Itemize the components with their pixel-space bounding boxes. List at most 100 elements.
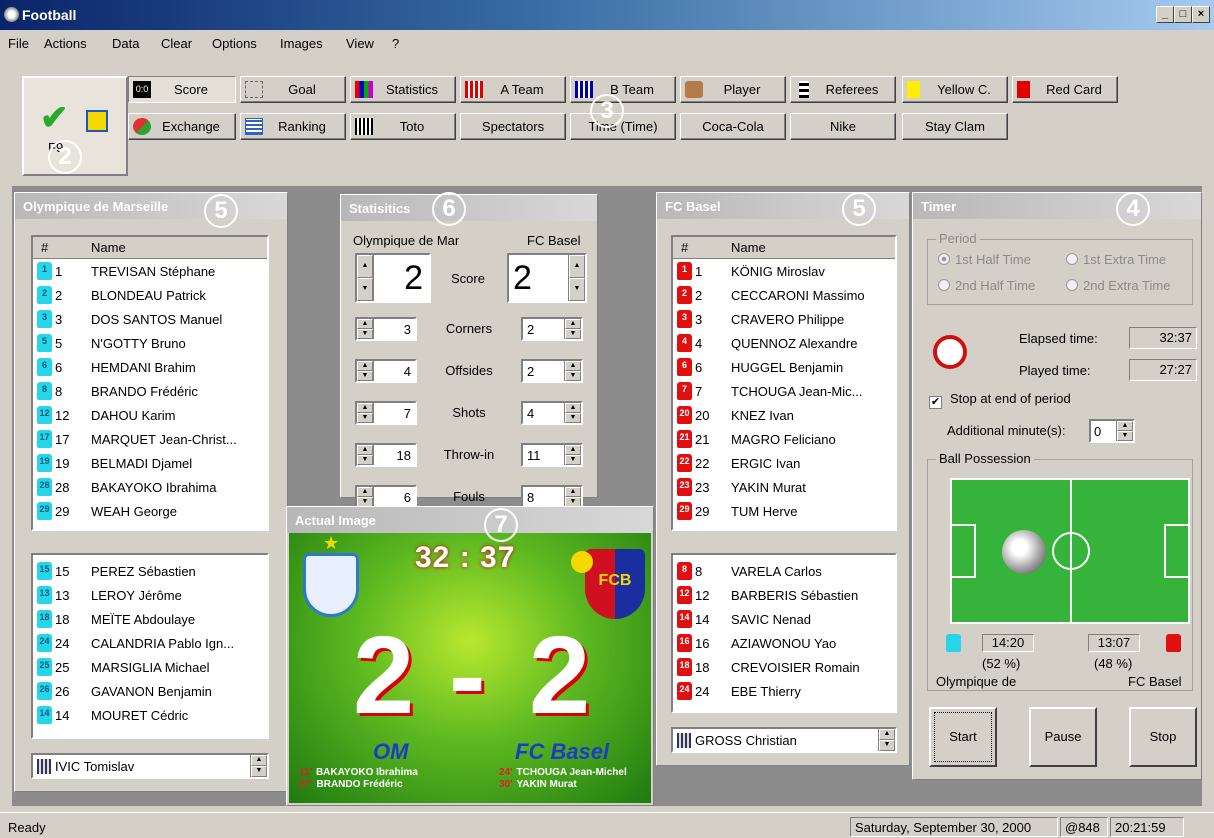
- exchange-button[interactable]: Exchange: [128, 113, 236, 140]
- player-row[interactable]: 15 15 PEREZ Sébastien: [33, 559, 267, 583]
- score-a-value: 2: [404, 259, 423, 297]
- stat-label: Throw-in: [443, 447, 495, 462]
- score-button[interactable]: 0:0 Score: [128, 76, 236, 103]
- player-row[interactable]: 17 17 MARQUET Jean-Christ...: [33, 427, 267, 451]
- player-row[interactable]: 24 24 EBE Thierry: [673, 679, 895, 703]
- player-row[interactable]: 14 14 MOURET Cédric: [33, 703, 267, 727]
- stat-a-value: 4: [403, 364, 411, 379]
- player-name: CRAVERO Philippe: [731, 312, 845, 327]
- toto-button[interactable]: Toto: [350, 113, 456, 140]
- nike-button[interactable]: Nike: [790, 113, 896, 140]
- start-button[interactable]: Start: [929, 707, 997, 767]
- stat-b-spinner[interactable]: 11 ▲ ▼: [521, 443, 583, 467]
- player-row[interactable]: 23 23 YAKIN Murat: [673, 475, 895, 499]
- player-row[interactable]: 28 28 BAKAYOKO Ibrahima: [33, 475, 267, 499]
- player-row[interactable]: 1 1 TREVISAN Stéphane: [33, 259, 267, 283]
- score-a-spinner[interactable]: ▲ ▼ 2: [355, 253, 431, 303]
- player-row[interactable]: 19 19 BELMADI Djamel: [33, 451, 267, 475]
- player-button[interactable]: Player: [680, 76, 786, 103]
- player-row[interactable]: 5 5 N'GOTTY Bruno: [33, 331, 267, 355]
- stop-at-end-checkbox[interactable]: ✔ Stop at end of period: [929, 391, 1071, 409]
- player-row[interactable]: 18 18 CREVOISIER Romain: [673, 655, 895, 679]
- player-row[interactable]: 8 8 VARELA Carlos: [673, 559, 895, 583]
- player-row[interactable]: 6 6 HUGGEL Benjamin: [673, 355, 895, 379]
- stop-button[interactable]: Stop: [1129, 707, 1197, 767]
- ranking-button[interactable]: Ranking: [240, 113, 346, 140]
- menu-file[interactable]: File: [8, 36, 29, 51]
- player-row[interactable]: 25 25 MARSIGLIA Michael: [33, 655, 267, 679]
- stat-b-spinner[interactable]: 2 ▲ ▼: [521, 317, 583, 341]
- player-row[interactable]: 24 24 CALANDRIA Pablo Ign...: [33, 631, 267, 655]
- team-b-coach-field[interactable]: GROSS Christian ▲ ▼: [671, 727, 897, 753]
- statistics-button[interactable]: Statistics: [350, 76, 456, 103]
- elapsed-label: Elapsed time:: [1019, 331, 1098, 346]
- player-row[interactable]: 26 26 GAVANON Benjamin: [33, 679, 267, 703]
- fcb-crest-icon: FCB: [585, 549, 645, 619]
- stat-a-spinner[interactable]: ▲ ▼ 7: [355, 401, 417, 425]
- player-row[interactable]: 3 3 DOS SANTOS Manuel: [33, 307, 267, 331]
- player-row[interactable]: 29 29 TUM Herve: [673, 499, 895, 523]
- radio-1st-extra[interactable]: 1st Extra Time: [1066, 252, 1166, 267]
- player-row[interactable]: 8 8 BRANDO Frédéric: [33, 379, 267, 403]
- additional-minutes-spinner[interactable]: 0 ▲ ▼: [1089, 419, 1135, 443]
- menu-clear[interactable]: Clear: [161, 36, 192, 51]
- goal-button[interactable]: Goal: [240, 76, 346, 103]
- referees-button[interactable]: Referees: [790, 76, 896, 103]
- stat-a-spinner[interactable]: ▲ ▼ 18: [355, 443, 417, 467]
- yellow-card-button[interactable]: Yellow C.: [902, 76, 1008, 103]
- player-row[interactable]: 12 12 DAHOU Karim: [33, 403, 267, 427]
- team-a-coach-field[interactable]: IVIC Tomislav ▲ ▼: [31, 753, 269, 779]
- radio-2nd-extra[interactable]: 2nd Extra Time: [1066, 278, 1170, 293]
- player-row[interactable]: 2 2 CECCARONI Massimo: [673, 283, 895, 307]
- player-row[interactable]: 14 14 SAVIC Nenad: [673, 607, 895, 631]
- coach-spin-buttons[interactable]: ▲ ▼: [250, 755, 267, 777]
- player-row[interactable]: 1 1 KÖNIG Miroslav: [673, 259, 895, 283]
- broadcast-score-a: 2: [353, 614, 415, 737]
- player-row[interactable]: 22 22 ERGIC Ivan: [673, 451, 895, 475]
- close-button[interactable]: ×: [1192, 6, 1210, 23]
- pause-button[interactable]: Pause: [1029, 707, 1097, 767]
- possession-team-b: FC Basel: [1128, 674, 1182, 689]
- b-team-button[interactable]: B Team: [570, 76, 676, 103]
- stat-a-spinner[interactable]: ▲ ▼ 3: [355, 317, 417, 341]
- stat-b-spinner[interactable]: 2 ▲ ▼: [521, 359, 583, 383]
- a-team-button[interactable]: A Team: [460, 76, 566, 103]
- maximize-button[interactable]: □: [1174, 6, 1192, 23]
- player-row[interactable]: 29 29 WEAH George: [33, 499, 267, 523]
- coca-cola-button[interactable]: Coca-Cola: [680, 113, 786, 140]
- player-row[interactable]: 7 7 TCHOUGA Jean-Mic...: [673, 379, 895, 403]
- player-row[interactable]: 16 16 AZIAWONOU Yao: [673, 631, 895, 655]
- team-b-subs-list[interactable]: 8 8 VARELA Carlos 12 12 BARBERIS Sébastien 14 1…: [671, 553, 897, 713]
- radio-2nd-half[interactable]: 2nd Half Time: [938, 278, 1035, 293]
- time-button[interactable]: Time (Time): [570, 113, 676, 140]
- player-row[interactable]: 4 4 QUENNOZ Alexandre: [673, 331, 895, 355]
- player-row[interactable]: 18 18 MEÏTE Abdoulaye: [33, 607, 267, 631]
- menu-view[interactable]: View: [346, 36, 374, 51]
- possession-b-pct: (48 %): [1094, 656, 1133, 671]
- player-row[interactable]: 3 3 CRAVERO Philippe: [673, 307, 895, 331]
- stay-clam-button[interactable]: Stay Clam: [902, 113, 1008, 140]
- team-b-players-list[interactable]: # Name 1 1 KÖNIG Miroslav 2 2 CECCARONI Massi…: [671, 235, 897, 531]
- player-number: 19: [55, 456, 70, 471]
- player-row[interactable]: 13 13 LEROY Jérôme: [33, 583, 267, 607]
- player-row[interactable]: 12 12 BARBERIS Sébastien: [673, 583, 895, 607]
- menu-actions[interactable]: Actions: [44, 36, 87, 51]
- menu-options[interactable]: Options: [212, 36, 257, 51]
- score-b-spinner[interactable]: ▲ ▼ 2: [507, 253, 587, 303]
- stat-b-spinner[interactable]: 4 ▲ ▼: [521, 401, 583, 425]
- player-row[interactable]: 20 20 KNEZ Ivan: [673, 403, 895, 427]
- player-row[interactable]: 21 21 MAGRO Feliciano: [673, 427, 895, 451]
- menu-help[interactable]: ?: [392, 36, 399, 51]
- red-card-button[interactable]: Red Card: [1012, 76, 1118, 103]
- coach-spin-buttons[interactable]: ▲ ▼: [878, 729, 895, 751]
- player-row[interactable]: 6 6 HEMDANI Brahim: [33, 355, 267, 379]
- team-a-subs-list[interactable]: 15 15 PEREZ Sébastien 13 13 LEROY Jérôme 18 18 M…: [31, 553, 269, 739]
- stat-a-spinner[interactable]: ▲ ▼ 4: [355, 359, 417, 383]
- minimize-button[interactable]: _: [1156, 6, 1174, 23]
- team-a-players-list[interactable]: # Name 1 1 TREVISAN Stéphane 2 2 BLONDEAU Pat…: [31, 235, 269, 531]
- player-row[interactable]: 2 2 BLONDEAU Patrick: [33, 283, 267, 307]
- menu-data[interactable]: Data: [112, 36, 139, 51]
- menu-images[interactable]: Images: [280, 36, 323, 51]
- spectators-button[interactable]: Spectators: [460, 113, 566, 140]
- radio-1st-half[interactable]: 1st Half Time: [938, 252, 1031, 267]
